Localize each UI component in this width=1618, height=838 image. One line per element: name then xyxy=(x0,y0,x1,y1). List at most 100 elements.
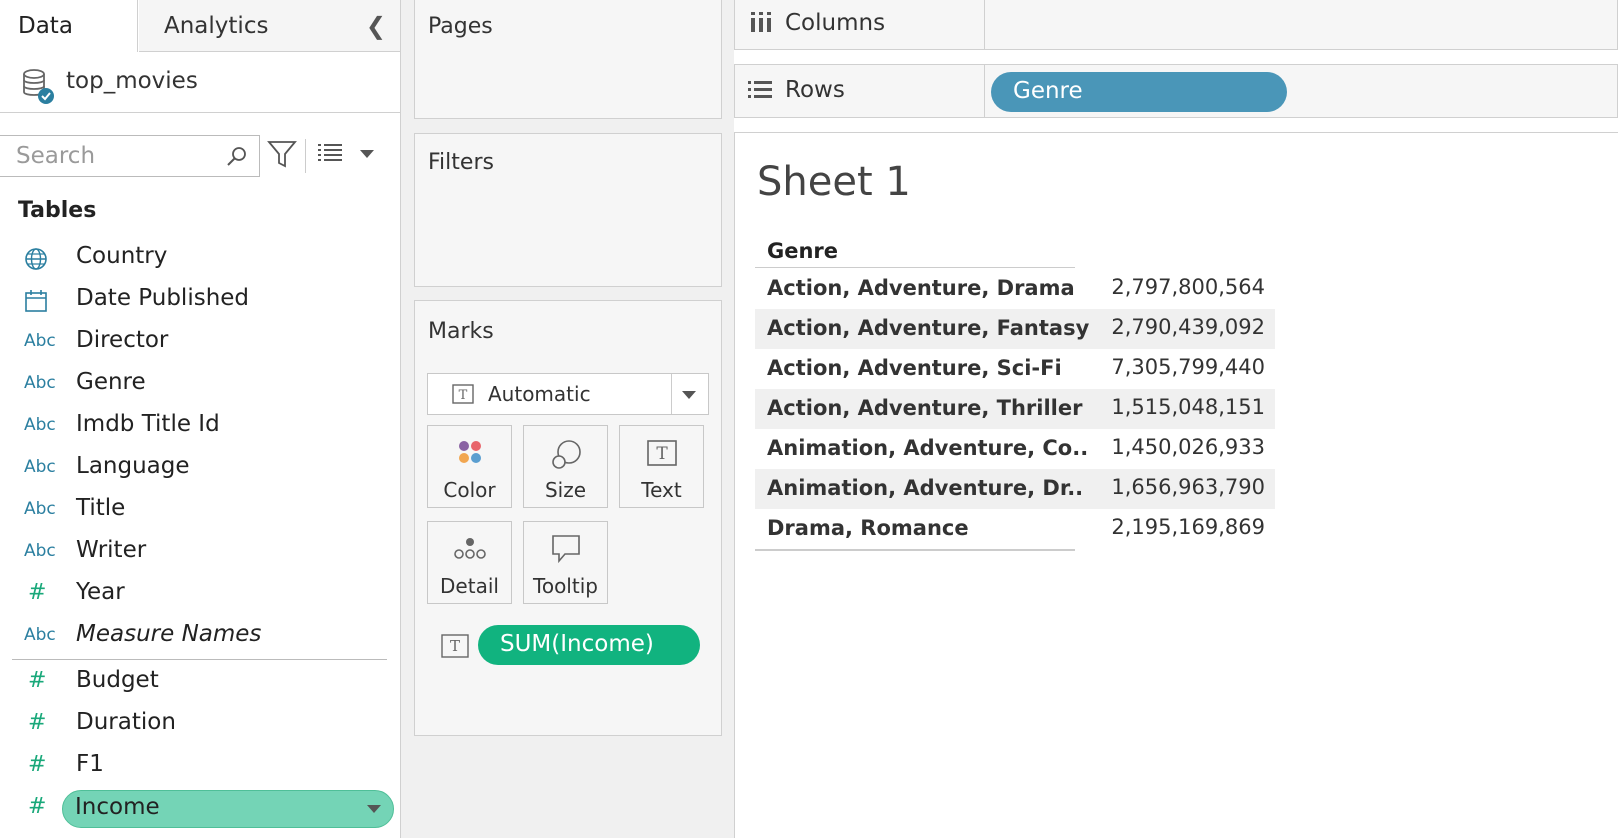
table-row[interactable]: Action, Adventure, Sci-Fi 7,305,799,440 xyxy=(755,349,1275,389)
genre-pill[interactable]: Genre xyxy=(991,72,1287,112)
text-mark-icon: T xyxy=(441,634,469,658)
row-genre: Action, Adventure, Fantasy xyxy=(767,316,1090,340)
detail-button[interactable]: Detail xyxy=(427,521,512,604)
detail-label: Detail xyxy=(440,574,499,598)
search-input[interactable]: Search xyxy=(16,143,95,169)
datasource-item[interactable]: top_movies xyxy=(0,58,400,113)
mark-type-value: Automatic xyxy=(488,382,591,406)
field-label: Language xyxy=(76,453,190,479)
field-director[interactable]: Abc Director xyxy=(0,323,400,363)
row-genre: Action, Adventure, Sci-Fi xyxy=(767,356,1062,380)
field-date-published[interactable]: Date Published xyxy=(0,281,400,321)
table-row[interactable]: Action, Adventure, Thriller 1,515,048,15… xyxy=(755,389,1275,429)
search-icon[interactable] xyxy=(225,144,249,168)
field-label: Country xyxy=(76,243,168,269)
columns-shelf-label: Columns xyxy=(785,10,886,36)
text-icon: T xyxy=(647,440,677,466)
calendar-icon xyxy=(24,289,54,318)
field-label: Director xyxy=(76,327,169,353)
filter-icon[interactable] xyxy=(267,139,297,169)
text-button[interactable]: T Text xyxy=(619,425,704,508)
dimensions-measures-divider xyxy=(12,659,387,660)
field-genre[interactable]: Abc Genre xyxy=(0,365,400,405)
field-label: Date Published xyxy=(76,285,250,311)
worksheet-view[interactable]: Sheet 1 Genre Action, Adventure, Drama 2… xyxy=(734,132,1618,838)
field-country[interactable]: Country xyxy=(0,239,400,279)
field-income[interactable]: Income xyxy=(62,790,394,828)
row-value: 1,515,048,151 xyxy=(1111,395,1265,419)
field-writer[interactable]: Abc Writer xyxy=(0,533,400,573)
string-type-icon: Abc xyxy=(24,625,56,645)
row-genre: Animation, Adventure, Co.. xyxy=(767,436,1089,460)
number-type-icon: # xyxy=(28,668,47,693)
field-label: Writer xyxy=(76,537,147,563)
number-type-icon: # xyxy=(28,752,47,777)
shelf-divider xyxy=(984,65,985,117)
pages-card-title: Pages xyxy=(428,14,493,39)
size-icon xyxy=(552,440,581,469)
field-budget[interactable]: # Budget xyxy=(0,663,400,703)
view-list-icon[interactable] xyxy=(316,142,344,164)
tab-analytics[interactable]: Analytics ❮ xyxy=(139,0,400,52)
field-measure-names[interactable]: Abc Measure Names xyxy=(0,617,400,657)
rows-shelf[interactable]: Rows Genre xyxy=(734,64,1618,118)
field-search[interactable]: Search xyxy=(0,135,260,177)
rows-icon xyxy=(748,81,772,98)
field-label: Imdb Title Id xyxy=(76,411,220,437)
tooltip-label: Tooltip xyxy=(533,574,598,598)
field-f1[interactable]: # F1 xyxy=(0,747,400,787)
table-header-genre[interactable]: Genre xyxy=(767,239,838,263)
table-row[interactable]: Animation, Adventure, Co.. 1,450,026,933 xyxy=(755,429,1275,469)
field-imdb-title-id[interactable]: Abc Imdb Title Id xyxy=(0,407,400,447)
row-genre: Animation, Adventure, Dr.. xyxy=(767,476,1084,500)
tab-data[interactable]: Data xyxy=(0,0,138,52)
field-label: Measure Names xyxy=(76,621,262,647)
chevron-down-icon[interactable] xyxy=(358,148,376,160)
row-value: 1,450,026,933 xyxy=(1111,435,1265,459)
field-title[interactable]: Abc Title xyxy=(0,491,400,531)
table-bottom-border xyxy=(755,549,1075,551)
size-label: Size xyxy=(544,478,587,502)
sum-income-pill[interactable]: SUM(Income) xyxy=(478,625,700,665)
field-language[interactable]: Abc Language xyxy=(0,449,400,489)
globe-icon xyxy=(24,247,54,276)
row-value: 2,195,169,869 xyxy=(1111,515,1265,539)
number-type-icon: # xyxy=(28,580,47,605)
text-mark-icon: T xyxy=(452,384,474,404)
color-button[interactable]: Color xyxy=(427,425,512,508)
number-type-icon: # xyxy=(28,794,47,819)
toolbar-divider xyxy=(305,139,306,173)
pages-card[interactable]: Pages xyxy=(414,0,722,119)
columns-shelf[interactable]: Columns xyxy=(734,0,1618,50)
row-value: 2,790,439,092 xyxy=(1111,315,1265,339)
row-genre: Drama, Romance xyxy=(767,516,969,540)
text-label: Text xyxy=(641,478,682,502)
string-type-icon: Abc xyxy=(24,415,56,435)
table-row[interactable]: Drama, Romance 2,195,169,869 xyxy=(755,509,1275,549)
row-genre: Action, Adventure, Drama xyxy=(767,276,1075,300)
color-icon xyxy=(459,441,481,463)
tables-heading: Tables xyxy=(18,198,97,223)
field-label: Genre xyxy=(76,369,146,395)
table-row[interactable]: Action, Adventure, Fantasy 2,790,439,092 xyxy=(755,309,1275,349)
chevron-down-icon[interactable] xyxy=(367,805,381,813)
collapse-pane-icon[interactable]: ❮ xyxy=(366,12,386,40)
field-year[interactable]: # Year xyxy=(0,575,400,615)
field-label: Duration xyxy=(76,709,176,735)
table-row[interactable]: Animation, Adventure, Dr.. 1,656,963,790 xyxy=(755,469,1275,509)
svg-text:T: T xyxy=(450,637,460,655)
mark-type-dropdown[interactable]: T Automatic xyxy=(427,373,709,415)
field-duration[interactable]: # Duration xyxy=(0,705,400,745)
header-divider xyxy=(755,267,1075,268)
chevron-down-icon[interactable] xyxy=(681,390,697,400)
tooltip-button[interactable]: Tooltip xyxy=(523,521,608,604)
field-label: F1 xyxy=(76,751,104,777)
datasource-name: top_movies xyxy=(66,68,198,94)
filters-card-title: Filters xyxy=(428,150,494,175)
string-type-icon: Abc xyxy=(24,541,56,561)
filters-card[interactable]: Filters xyxy=(414,133,722,287)
data-pane: Data Analytics ❮ top_movies Search Table… xyxy=(0,0,401,838)
size-button[interactable]: Size xyxy=(523,425,608,508)
table-row[interactable]: Action, Adventure, Drama 2,797,800,564 xyxy=(755,269,1275,309)
rows-shelf-label: Rows xyxy=(785,77,845,103)
